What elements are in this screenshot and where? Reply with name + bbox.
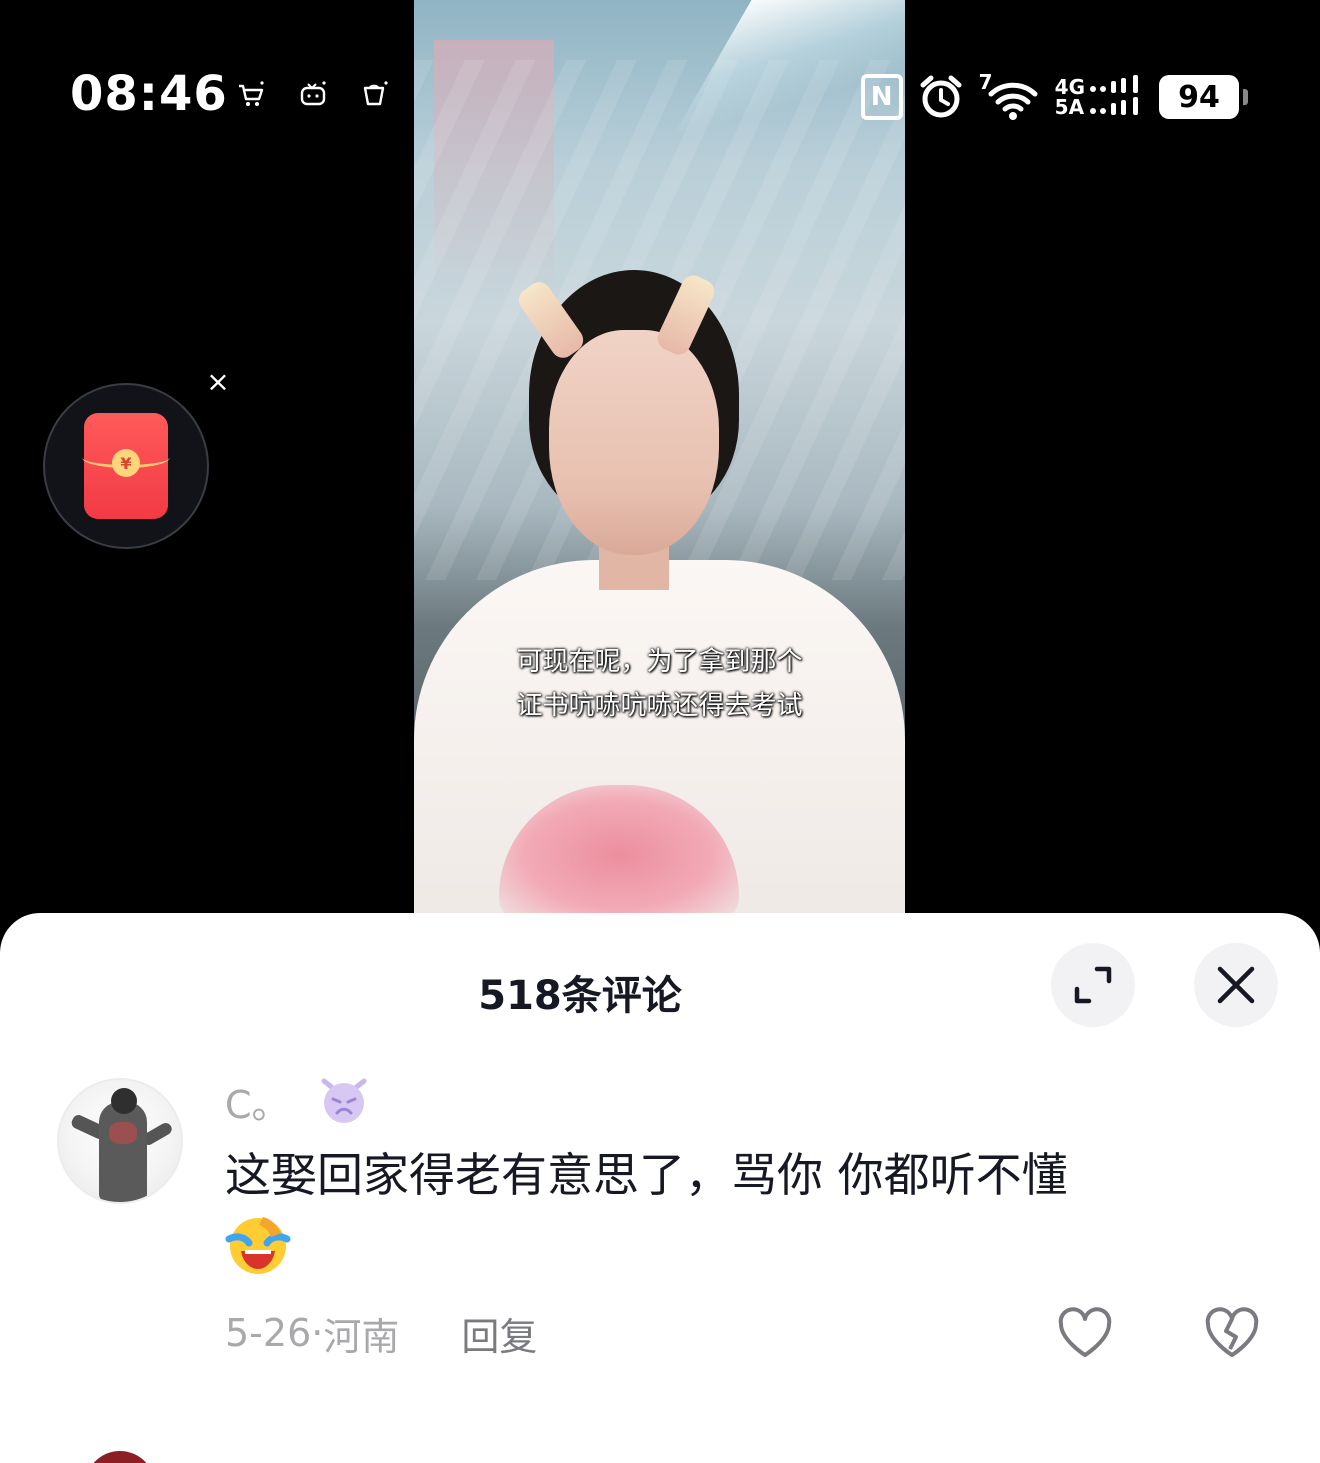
alarm-icon [920, 75, 962, 118]
wifi-icon [988, 82, 1038, 120]
screen: 可现在呢，为了拿到那个 证书吭哧吭哧还得去考试 08:46 N 7 4G 5A … [0, 0, 1320, 1463]
comment-text: 这娶回家得老有意思了，骂你 你都听不懂 [225, 1148, 1068, 1202]
status-right-icons: N 7 4G 5A 94 [860, 72, 1248, 122]
shopping-cart-icon [239, 81, 264, 106]
dislike-button[interactable] [1200, 1301, 1264, 1365]
battery-level: 94 [1159, 75, 1239, 119]
like-button[interactable] [1053, 1301, 1117, 1365]
cup-icon [363, 81, 388, 106]
comment-username[interactable]: C。 [225, 1074, 290, 1129]
wifi-indicator: 7 [979, 72, 1041, 122]
meta-separator: · [311, 1311, 324, 1355]
network-type-2: 5A [1054, 95, 1085, 119]
battery-tip [1243, 89, 1248, 105]
comment-meta: 5-26 · 河南 回复 [225, 1303, 537, 1363]
video-player[interactable]: 可现在呢，为了拿到那个 证书吭哧吭哧还得去考试 [414, 0, 905, 920]
expand-button[interactable] [1051, 943, 1135, 1027]
comment-username-row: C。 [225, 1073, 370, 1129]
close-icon [1217, 966, 1255, 1004]
red-packet-icon: ¥ [82, 413, 170, 519]
video-person-face [549, 330, 719, 555]
broken-heart-icon [1205, 1307, 1259, 1357]
subtitle-line-1: 可现在呢，为了拿到那个 [516, 647, 803, 677]
comments-title: 518条评论 [478, 973, 682, 1019]
coin-icon: ¥ [112, 449, 140, 477]
close-comments-button[interactable] [1194, 943, 1278, 1027]
heart-icon [1058, 1307, 1112, 1357]
laughing-crying-emoji-icon [225, 1217, 291, 1274]
next-comment-avatar[interactable] [85, 1451, 155, 1463]
network-type-1: 4G [1054, 75, 1085, 99]
comment-body: 这娶回家得老有意思了，骂你 你都听不懂 [225, 1143, 1225, 1277]
expand-icon [1074, 966, 1112, 1004]
battery-indicator: 94 [1159, 75, 1248, 119]
nfc-icon: N [860, 74, 903, 120]
subtitle-line-2: 证书吭哧吭哧还得去考试 [516, 691, 803, 721]
tv-icon [300, 81, 326, 106]
avatar[interactable] [57, 1078, 183, 1204]
video-subtitle: 可现在呢，为了拿到那个 证书吭哧吭哧还得去考试 [414, 640, 905, 728]
devil-emoji-icon [321, 1078, 367, 1123]
comment-date: 5-26 [225, 1311, 312, 1355]
comment-location: 河南 [323, 1314, 400, 1359]
reply-button[interactable]: 回复 [461, 1306, 537, 1361]
red-packet-button[interactable]: ¥ [43, 383, 209, 549]
nfc-label: N [870, 82, 893, 112]
red-packet-close-button[interactable]: × [204, 368, 232, 396]
comments-sheet: 518条评论 C。 这娶回家得老有意思了，骂你 你都听不懂 5-26 · 河南 … [0, 913, 1320, 1463]
status-time: 08:46 [70, 66, 228, 122]
cellular-indicator: 4G 5A [1055, 75, 1145, 119]
signal-bars-icon [1090, 75, 1138, 115]
